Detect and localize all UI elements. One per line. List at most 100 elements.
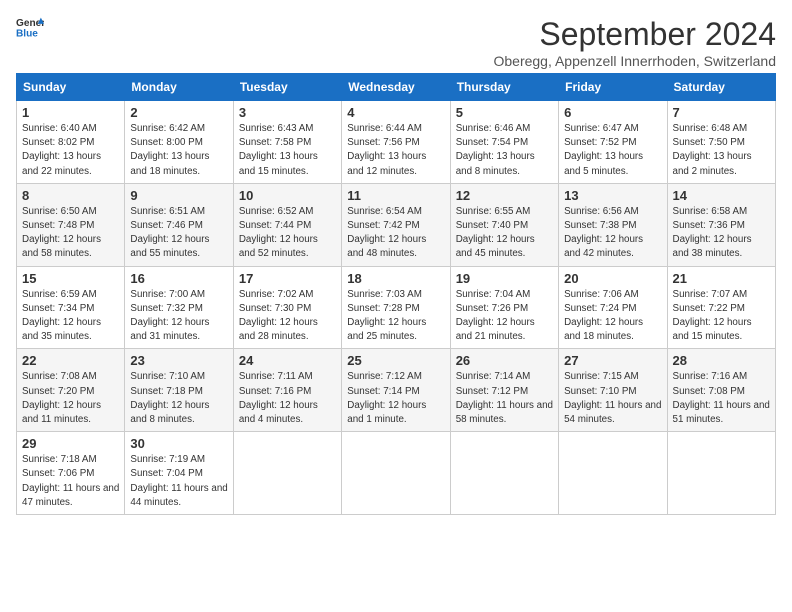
day-number: 19	[456, 271, 553, 286]
calendar-cell: 2 Sunrise: 6:42 AM Sunset: 8:00 PM Dayli…	[125, 101, 233, 184]
day-info: Sunrise: 7:02 AM Sunset: 7:30 PM Dayligh…	[239, 288, 336, 345]
calendar-cell: 23 Sunrise: 7:10 AM Sunset: 7:18 PM Dayl…	[125, 349, 233, 432]
day-number: 16	[130, 271, 227, 286]
day-number: 29	[22, 436, 119, 451]
day-number: 10	[239, 188, 336, 203]
calendar-cell: 6 Sunrise: 6:47 AM Sunset: 7:52 PM Dayli…	[559, 101, 667, 184]
calendar-cell	[667, 432, 775, 515]
day-number: 25	[347, 353, 444, 368]
day-number: 20	[564, 271, 661, 286]
calendar-cell: 22 Sunrise: 7:08 AM Sunset: 7:20 PM Dayl…	[17, 349, 125, 432]
day-info: Sunrise: 6:58 AM Sunset: 7:36 PM Dayligh…	[673, 205, 770, 262]
day-number: 14	[673, 188, 770, 203]
calendar-cell: 21 Sunrise: 7:07 AM Sunset: 7:22 PM Dayl…	[667, 266, 775, 349]
day-number: 24	[239, 353, 336, 368]
calendar-cell: 15 Sunrise: 6:59 AM Sunset: 7:34 PM Dayl…	[17, 266, 125, 349]
calendar-cell	[342, 432, 450, 515]
calendar-cell: 29 Sunrise: 7:18 AM Sunset: 7:06 PM Dayl…	[17, 432, 125, 515]
day-info: Sunrise: 6:59 AM Sunset: 7:34 PM Dayligh…	[22, 288, 119, 345]
weekday-header-tuesday: Tuesday	[233, 74, 341, 101]
day-number: 15	[22, 271, 119, 286]
calendar-cell: 10 Sunrise: 6:52 AM Sunset: 7:44 PM Dayl…	[233, 183, 341, 266]
calendar-title: September 2024	[493, 16, 776, 53]
calendar-cell: 13 Sunrise: 6:56 AM Sunset: 7:38 PM Dayl…	[559, 183, 667, 266]
day-number: 13	[564, 188, 661, 203]
calendar-week-row: 8 Sunrise: 6:50 AM Sunset: 7:48 PM Dayli…	[17, 183, 776, 266]
day-info: Sunrise: 7:16 AM Sunset: 7:08 PM Dayligh…	[673, 370, 770, 427]
day-number: 28	[673, 353, 770, 368]
day-number: 11	[347, 188, 444, 203]
day-number: 9	[130, 188, 227, 203]
calendar-cell: 8 Sunrise: 6:50 AM Sunset: 7:48 PM Dayli…	[17, 183, 125, 266]
calendar-table: SundayMondayTuesdayWednesdayThursdayFrid…	[16, 73, 776, 515]
day-info: Sunrise: 7:15 AM Sunset: 7:10 PM Dayligh…	[564, 370, 661, 427]
calendar-cell: 24 Sunrise: 7:11 AM Sunset: 7:16 PM Dayl…	[233, 349, 341, 432]
calendar-cell: 16 Sunrise: 7:00 AM Sunset: 7:32 PM Dayl…	[125, 266, 233, 349]
calendar-cell	[450, 432, 558, 515]
calendar-cell: 18 Sunrise: 7:03 AM Sunset: 7:28 PM Dayl…	[342, 266, 450, 349]
logo-icon: General Blue	[16, 16, 44, 38]
svg-text:Blue: Blue	[16, 28, 38, 38]
day-number: 2	[130, 105, 227, 120]
calendar-cell: 11 Sunrise: 6:54 AM Sunset: 7:42 PM Dayl…	[342, 183, 450, 266]
day-info: Sunrise: 7:11 AM Sunset: 7:16 PM Dayligh…	[239, 370, 336, 427]
calendar-cell: 12 Sunrise: 6:55 AM Sunset: 7:40 PM Dayl…	[450, 183, 558, 266]
calendar-week-row: 1 Sunrise: 6:40 AM Sunset: 8:02 PM Dayli…	[17, 101, 776, 184]
day-info: Sunrise: 7:14 AM Sunset: 7:12 PM Dayligh…	[456, 370, 553, 427]
day-number: 6	[564, 105, 661, 120]
calendar-week-row: 22 Sunrise: 7:08 AM Sunset: 7:20 PM Dayl…	[17, 349, 776, 432]
day-info: Sunrise: 6:55 AM Sunset: 7:40 PM Dayligh…	[456, 205, 553, 262]
weekday-header-row: SundayMondayTuesdayWednesdayThursdayFrid…	[17, 74, 776, 101]
calendar-cell: 7 Sunrise: 6:48 AM Sunset: 7:50 PM Dayli…	[667, 101, 775, 184]
day-info: Sunrise: 6:54 AM Sunset: 7:42 PM Dayligh…	[347, 205, 444, 262]
day-info: Sunrise: 6:51 AM Sunset: 7:46 PM Dayligh…	[130, 205, 227, 262]
calendar-subtitle: Oberegg, Appenzell Innerrhoden, Switzerl…	[493, 53, 776, 69]
logo: General Blue	[16, 16, 44, 38]
calendar-cell: 28 Sunrise: 7:16 AM Sunset: 7:08 PM Dayl…	[667, 349, 775, 432]
calendar-cell: 14 Sunrise: 6:58 AM Sunset: 7:36 PM Dayl…	[667, 183, 775, 266]
title-area: September 2024 Oberegg, Appenzell Innerr…	[493, 16, 776, 69]
day-info: Sunrise: 6:56 AM Sunset: 7:38 PM Dayligh…	[564, 205, 661, 262]
weekday-header-wednesday: Wednesday	[342, 74, 450, 101]
day-info: Sunrise: 6:44 AM Sunset: 7:56 PM Dayligh…	[347, 122, 444, 179]
weekday-header-friday: Friday	[559, 74, 667, 101]
day-info: Sunrise: 6:43 AM Sunset: 7:58 PM Dayligh…	[239, 122, 336, 179]
day-info: Sunrise: 6:48 AM Sunset: 7:50 PM Dayligh…	[673, 122, 770, 179]
day-number: 22	[22, 353, 119, 368]
day-info: Sunrise: 7:00 AM Sunset: 7:32 PM Dayligh…	[130, 288, 227, 345]
calendar-cell: 3 Sunrise: 6:43 AM Sunset: 7:58 PM Dayli…	[233, 101, 341, 184]
day-number: 8	[22, 188, 119, 203]
calendar-cell: 27 Sunrise: 7:15 AM Sunset: 7:10 PM Dayl…	[559, 349, 667, 432]
day-number: 4	[347, 105, 444, 120]
calendar-cell	[233, 432, 341, 515]
day-info: Sunrise: 6:47 AM Sunset: 7:52 PM Dayligh…	[564, 122, 661, 179]
day-info: Sunrise: 7:04 AM Sunset: 7:26 PM Dayligh…	[456, 288, 553, 345]
calendar-week-row: 15 Sunrise: 6:59 AM Sunset: 7:34 PM Dayl…	[17, 266, 776, 349]
day-number: 1	[22, 105, 119, 120]
calendar-cell: 25 Sunrise: 7:12 AM Sunset: 7:14 PM Dayl…	[342, 349, 450, 432]
calendar-cell	[559, 432, 667, 515]
day-info: Sunrise: 7:18 AM Sunset: 7:06 PM Dayligh…	[22, 453, 119, 510]
day-info: Sunrise: 7:08 AM Sunset: 7:20 PM Dayligh…	[22, 370, 119, 427]
day-number: 17	[239, 271, 336, 286]
day-info: Sunrise: 6:42 AM Sunset: 8:00 PM Dayligh…	[130, 122, 227, 179]
day-number: 30	[130, 436, 227, 451]
weekday-header-sunday: Sunday	[17, 74, 125, 101]
day-number: 5	[456, 105, 553, 120]
day-number: 18	[347, 271, 444, 286]
day-number: 3	[239, 105, 336, 120]
day-number: 27	[564, 353, 661, 368]
day-number: 26	[456, 353, 553, 368]
calendar-cell: 30 Sunrise: 7:19 AM Sunset: 7:04 PM Dayl…	[125, 432, 233, 515]
weekday-header-thursday: Thursday	[450, 74, 558, 101]
day-info: Sunrise: 7:07 AM Sunset: 7:22 PM Dayligh…	[673, 288, 770, 345]
calendar-cell: 17 Sunrise: 7:02 AM Sunset: 7:30 PM Dayl…	[233, 266, 341, 349]
weekday-header-monday: Monday	[125, 74, 233, 101]
day-info: Sunrise: 7:10 AM Sunset: 7:18 PM Dayligh…	[130, 370, 227, 427]
day-info: Sunrise: 6:46 AM Sunset: 7:54 PM Dayligh…	[456, 122, 553, 179]
calendar-week-row: 29 Sunrise: 7:18 AM Sunset: 7:06 PM Dayl…	[17, 432, 776, 515]
weekday-header-saturday: Saturday	[667, 74, 775, 101]
calendar-cell: 19 Sunrise: 7:04 AM Sunset: 7:26 PM Dayl…	[450, 266, 558, 349]
day-number: 7	[673, 105, 770, 120]
day-info: Sunrise: 7:19 AM Sunset: 7:04 PM Dayligh…	[130, 453, 227, 510]
